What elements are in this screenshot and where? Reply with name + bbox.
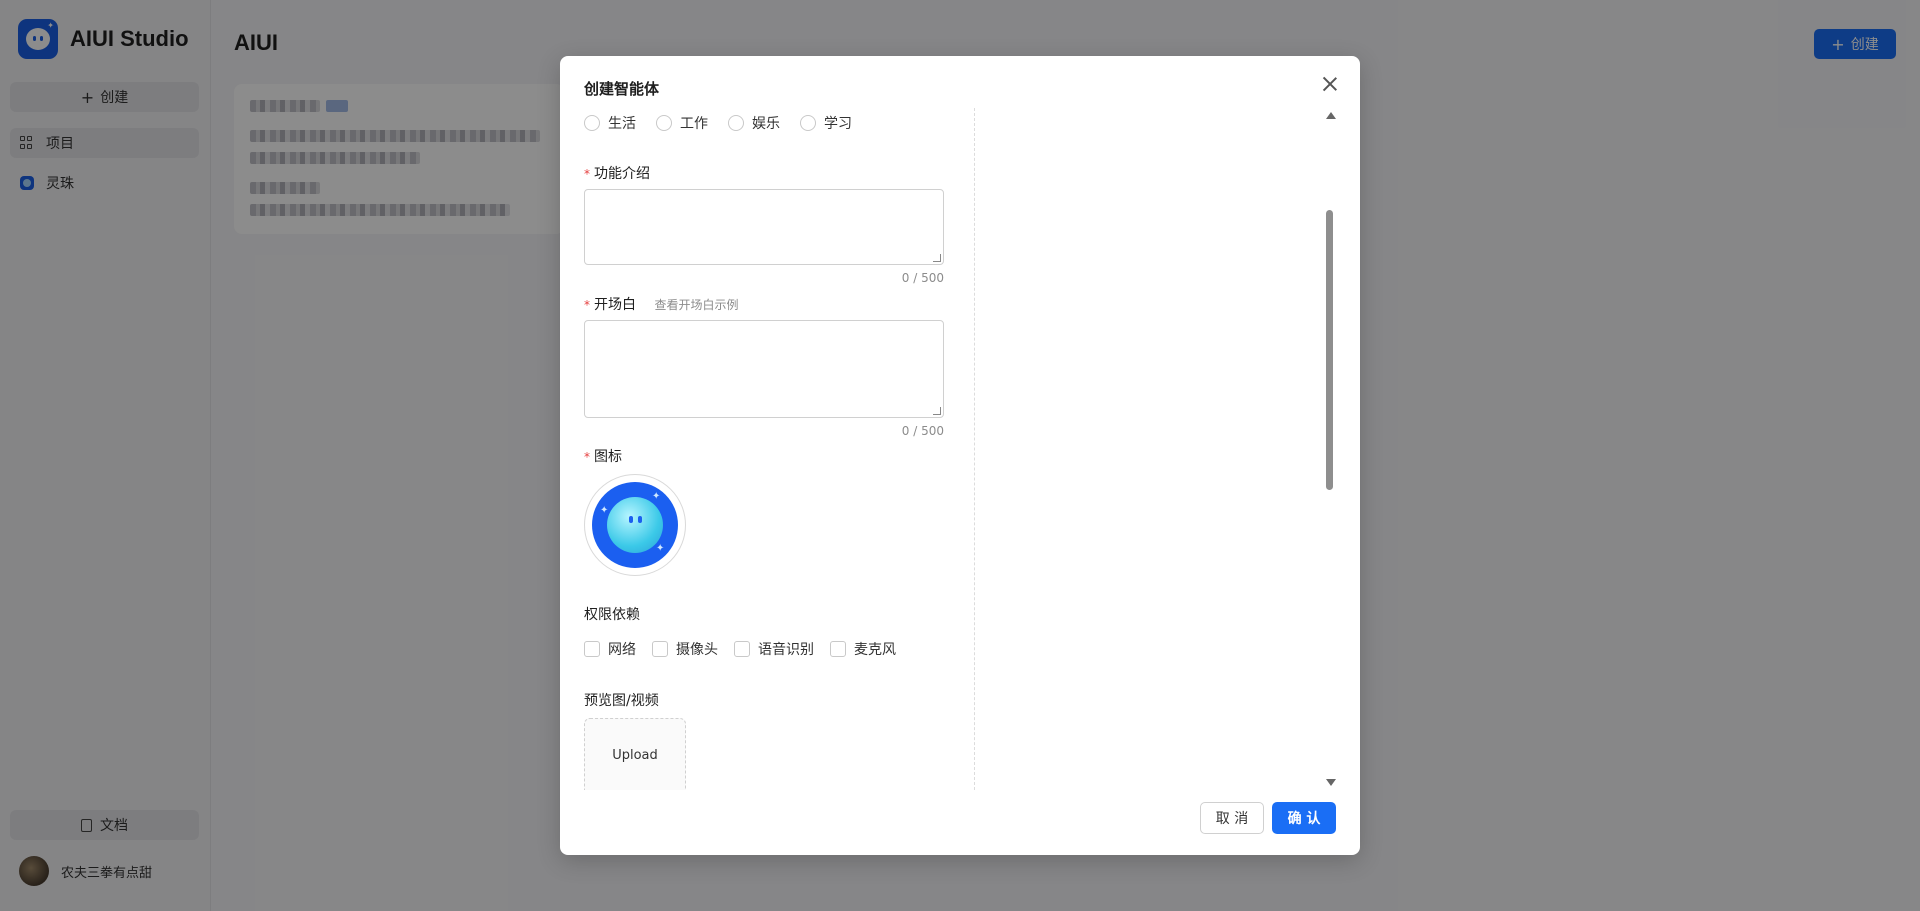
preview-label: 预览图/视频 (584, 693, 659, 709)
form-divider (974, 108, 975, 790)
intro-counter: 0 / 500 (901, 271, 944, 285)
permissions-checkbox-group: 网络 摄像头 语音识别 麦克风 (584, 639, 912, 659)
close-icon[interactable] (1320, 74, 1340, 94)
upload-label: Upload (612, 748, 658, 763)
opening-label: * 开场白 查看开场白示例 (584, 297, 739, 313)
scrollbar-thumb[interactable] (1326, 210, 1333, 490)
intro-textarea[interactable] (584, 189, 944, 265)
scroll-up-arrow-icon[interactable] (1326, 112, 1336, 119)
radio-life[interactable]: 生活 (584, 113, 636, 133)
opening-counter: 0 / 500 (901, 424, 944, 438)
opening-textarea[interactable] (584, 320, 944, 418)
checkbox-network[interactable]: 网络 (584, 639, 636, 659)
dialog-title: 创建智能体 (584, 80, 660, 98)
preview-upload-button[interactable]: Upload (584, 718, 686, 790)
checkbox-camera[interactable]: 摄像头 (652, 639, 718, 659)
checkbox-microphone[interactable]: 麦克风 (830, 639, 896, 659)
mascot-icon: ✦ ✦ ✦ (592, 482, 678, 568)
cancel-button[interactable]: 取 消 (1200, 802, 1264, 834)
create-agent-dialog: 创建智能体 生活 工作 娱乐 学习 * 功能介绍 0 / 500 * 开场白 查看开… (560, 56, 1360, 855)
radio-work[interactable]: 工作 (656, 113, 708, 133)
intro-label: * 功能介绍 (584, 166, 650, 182)
opening-example-link[interactable]: 查看开场白示例 (654, 298, 738, 312)
form-scrollbar[interactable] (1324, 108, 1336, 790)
icon-picker[interactable]: ✦ ✦ ✦ (584, 474, 686, 576)
permissions-label: 权限依赖 (584, 607, 640, 623)
scroll-down-arrow-icon[interactable] (1326, 779, 1336, 786)
agent-form: 生活 工作 娱乐 学习 * 功能介绍 0 / 500 * 开场白 查看开场白示例 0… (584, 108, 964, 790)
icon-label: * 图标 (584, 449, 622, 465)
checkbox-speech-recognition[interactable]: 语音识别 (734, 639, 814, 659)
radio-study[interactable]: 学习 (800, 113, 852, 133)
category-radio-group: 生活 工作 娱乐 学习 (584, 113, 872, 133)
radio-entertainment[interactable]: 娱乐 (728, 113, 780, 133)
confirm-button[interactable]: 确 认 (1272, 802, 1336, 834)
